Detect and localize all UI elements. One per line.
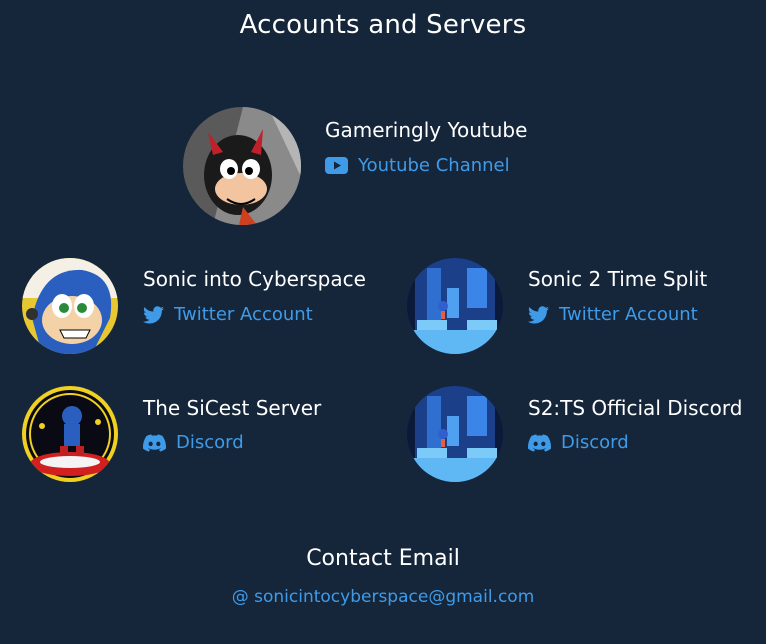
link-label: Discord	[176, 432, 244, 453]
s2ts-discord-avatar	[407, 386, 503, 482]
twitter-icon	[528, 305, 549, 324]
s2ts-avatar-image	[407, 386, 503, 482]
link-label: Twitter Account	[174, 304, 313, 325]
time-split-avatar-image	[407, 258, 503, 354]
sonic-avatar-image	[22, 258, 118, 354]
link-label: Youtube Channel	[358, 155, 510, 176]
discord-icon	[143, 433, 166, 452]
link-label: Twitter Account	[559, 304, 698, 325]
account-name: Sonic into Cyberspace	[143, 267, 366, 291]
discord-icon	[528, 433, 551, 452]
contact-email-heading: Contact Email	[306, 546, 460, 571]
account-name: Gameringly Youtube	[325, 118, 528, 142]
account-name: Sonic 2 Time Split	[528, 267, 708, 291]
twitter-account-link[interactable]: Twitter Account	[143, 304, 313, 325]
account-name: The SiCest Server	[143, 396, 322, 420]
sonic-2-time-split-avatar	[407, 258, 503, 354]
sicest-avatar-image	[22, 386, 118, 482]
youtube-channel-link[interactable]: Youtube Channel	[325, 155, 510, 176]
sonic-into-cyberspace-avatar	[22, 258, 118, 354]
gameringly-avatar	[183, 107, 301, 225]
discord-link[interactable]: Discord	[528, 432, 629, 453]
twitter-account-link[interactable]: Twitter Account	[528, 304, 698, 325]
gameringly-avatar-image	[183, 107, 301, 225]
contact-email-link[interactable]: @ sonicintocyberspace@gmail.com	[0, 587, 766, 607]
account-name: S2:TS Official Discord	[528, 396, 743, 420]
sicest-server-avatar	[22, 386, 118, 482]
discord-link[interactable]: Discord	[143, 432, 244, 453]
link-label: Discord	[561, 432, 629, 453]
youtube-icon	[325, 157, 348, 174]
twitter-icon	[143, 305, 164, 324]
page-title: Accounts and Servers	[239, 10, 527, 40]
